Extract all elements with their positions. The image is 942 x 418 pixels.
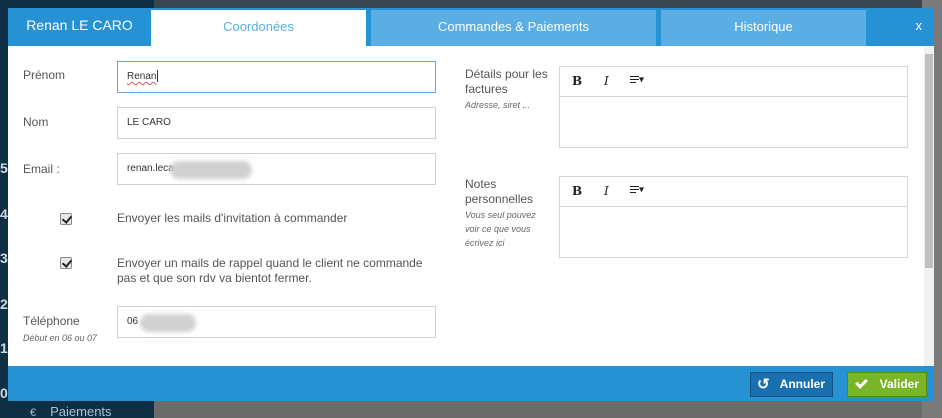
details-label: Détails pour les factures Adresse, siret… [465,67,555,112]
details-hint: Adresse, siret ... [465,100,531,110]
prenom-value: Renan [127,71,157,82]
notes-label-line1: Notes [465,177,497,191]
caret-down-icon: ▾ [639,184,645,196]
undo-icon: ↺ [757,376,770,393]
telephone-label: Téléphone Début en 06 ou 07 [23,314,97,345]
cancel-button[interactable]: ↺ Annuler [750,372,833,397]
invite-checkbox[interactable] [60,213,72,225]
euro-icon: € [30,407,37,418]
reminder-label-line1: Envoyer un mails de rappel quand le clie… [117,256,423,270]
close-button[interactable]: x [916,8,923,46]
email-value: renan.leca [127,163,174,174]
notes-toolbar: B I ▾ [560,177,907,207]
nom-label: Nom [23,115,49,129]
redacted-blur [170,161,252,179]
background-nav-label: Paiements [50,404,112,418]
telephone-hint: Début en 06 ou 07 [23,333,98,343]
notes-editor[interactable]: B I ▾ [559,176,908,258]
client-modal: Renan LE CARO Coordonées Commandes & Pai… [8,8,934,401]
nom-input[interactable]: LE CARO [117,107,436,139]
details-label-line2: factures [465,82,508,96]
redacted-blur [140,314,196,332]
italic-button[interactable]: I [604,184,609,198]
align-left-icon [630,74,639,85]
email-label: Email : [23,162,60,176]
check-icon [855,376,868,389]
telephone-label-text: Téléphone [23,314,80,328]
modal-footer: ↺ Annuler Valider [8,366,934,401]
caret-down-icon: ▾ [639,74,645,86]
bold-button[interactable]: B [572,184,582,198]
background-day-number: 2 [0,296,8,312]
prenom-input[interactable]: Renan [117,61,436,93]
background-day-number: 5 [0,160,8,176]
align-left-icon [630,184,639,195]
details-toolbar: B I ▾ [560,67,907,97]
modal-scrollbar-thumb[interactable] [925,54,933,268]
reminder-checkbox[interactable] [60,257,72,269]
notes-hint: Vous seul pouvez voir ce que vous écrive… [465,208,555,250]
bold-button[interactable]: B [572,74,582,88]
tab-coordonnees[interactable]: Coordonées [151,10,366,46]
reminder-checkbox-label: Envoyer un mails de rappel quand le clie… [117,256,423,286]
background-day-number: 4 [0,206,8,222]
telephone-input[interactable]: 06 . [117,306,436,338]
nom-value: LE CARO [127,117,171,128]
align-dropdown-button[interactable]: ▾ [630,74,644,86]
reminder-label-line2: pas et que son rdv va bientot fermer. [117,271,312,285]
tab-historique[interactable]: Historique [661,10,866,46]
invite-checkbox-label: Envoyer les mails d'invitation à command… [117,211,348,225]
notes-label: Notes personnelles Vous seul pouvez voir… [465,177,555,250]
confirm-button[interactable]: Valider [847,372,927,397]
background-day-number: 3 [0,250,8,266]
prenom-label: Prénom [23,68,66,82]
details-label-line1: Détails pour les [465,67,548,81]
notes-hint-line3: écrivez ici [465,238,505,248]
notes-hint-line2: voir ce que vous [465,224,531,234]
notes-label-line2: personnelles [465,192,534,206]
align-dropdown-button[interactable]: ▾ [630,184,644,196]
italic-button[interactable]: I [604,74,609,88]
modal-title: Renan LE CARO [26,17,133,33]
confirm-button-label: Valider [879,377,919,391]
notes-hint-line1: Vous seul pouvez [465,210,536,220]
modal-body: Prénom Renan Nom LE CARO Email : renan.l… [8,46,934,366]
modal-header: Renan LE CARO Coordonées Commandes & Pai… [8,8,934,46]
cancel-button-label: Annuler [779,377,825,391]
background-day-number: 0 [0,385,8,401]
background-day-number: 1 [0,340,8,356]
email-input[interactable]: renan.leca [117,153,436,185]
details-editor[interactable]: B I ▾ [559,66,908,148]
background-nav-paiements: € Paiements [30,404,112,418]
tab-commandes-paiements[interactable]: Commandes & Paiements [371,10,656,46]
text-cursor [157,70,159,83]
